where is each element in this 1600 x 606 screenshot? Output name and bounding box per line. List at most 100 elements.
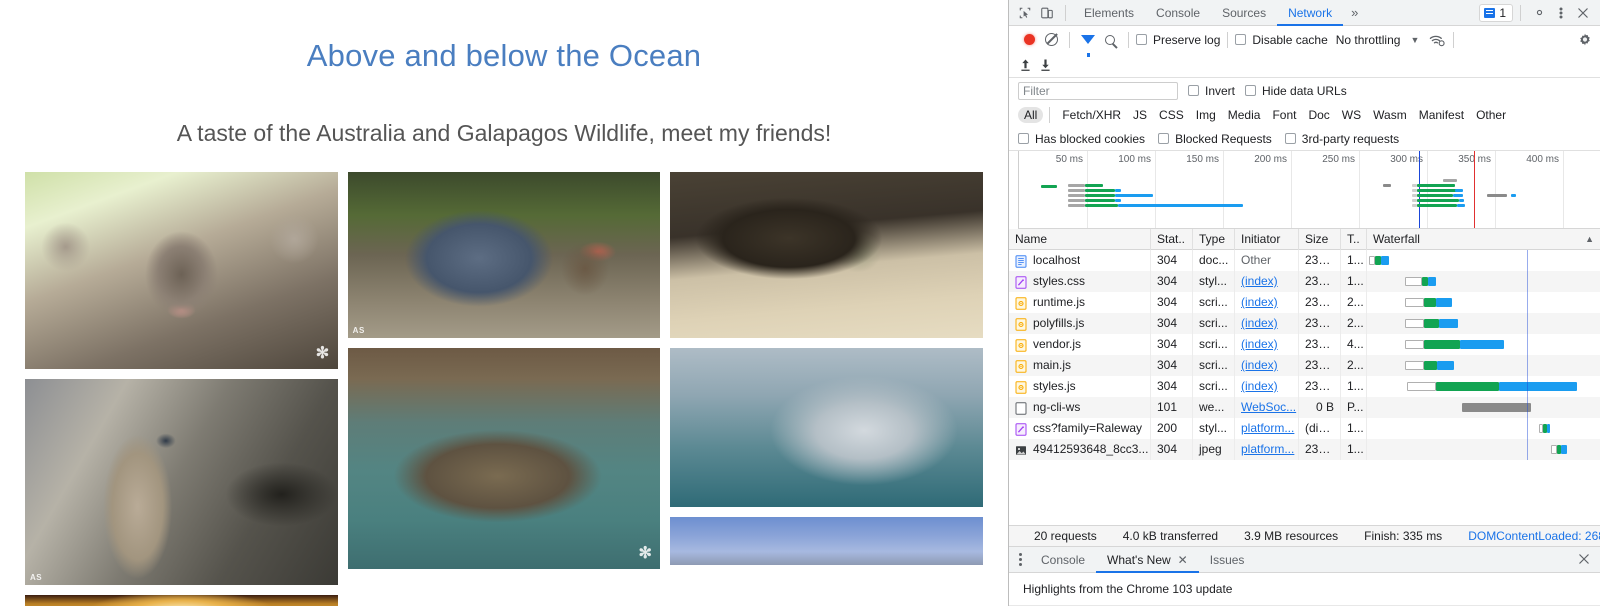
search-icon[interactable]	[1099, 30, 1121, 50]
network-conditions-icon[interactable]	[1429, 33, 1445, 46]
sort-ascending-icon[interactable]: ▲	[1579, 229, 1594, 250]
cell-waterfall	[1367, 271, 1600, 292]
column-header-name[interactable]: Name	[1009, 229, 1151, 250]
drawer-more-options-icon[interactable]	[1019, 553, 1030, 566]
more-tabs-icon[interactable]: »	[1343, 5, 1366, 20]
initiator-link[interactable]: (index)	[1241, 274, 1278, 288]
disable-cache-checkbox[interactable]: Disable cache	[1235, 33, 1327, 47]
initiator-link[interactable]: (index)	[1241, 358, 1278, 372]
request-name: localhost	[1033, 250, 1080, 271]
more-options-icon[interactable]	[1550, 3, 1572, 23]
cell-initiator[interactable]: platform...	[1235, 439, 1299, 460]
filter-type-other[interactable]: Other	[1470, 107, 1512, 123]
table-row[interactable]: vendor.js304scri...(index)236...4...	[1009, 334, 1600, 355]
gear-icon[interactable]	[1528, 3, 1550, 23]
filter-type-manifest[interactable]: Manifest	[1413, 107, 1470, 123]
initiator-link[interactable]: (index)	[1241, 295, 1278, 309]
cell-initiator[interactable]: (index)	[1235, 355, 1299, 376]
cell-waterfall	[1367, 334, 1600, 355]
table-row[interactable]: ng-cli-ws101we...WebSoc...0 BP...	[1009, 397, 1600, 418]
issues-icon	[1484, 8, 1495, 18]
hide-data-urls-checkbox[interactable]: Hide data URLs	[1245, 84, 1347, 98]
close-tab-icon[interactable]: ✕	[1178, 547, 1188, 573]
overview-tick-50ms: 50 ms	[1056, 154, 1087, 165]
blocked-requests-checkbox[interactable]: Blocked Requests	[1158, 132, 1272, 146]
toolbar-divider	[1049, 107, 1050, 123]
initiator-link[interactable]: WebSoc...	[1241, 400, 1296, 414]
inspect-element-icon[interactable]	[1014, 3, 1036, 23]
cell-initiator[interactable]: platform...	[1235, 418, 1299, 439]
table-row[interactable]: main.js304scri...(index)234...2...	[1009, 355, 1600, 376]
initiator-link[interactable]: platform...	[1241, 421, 1294, 435]
cell-initiator[interactable]: (index)	[1235, 313, 1299, 334]
tab-network[interactable]: Network	[1277, 0, 1343, 26]
drawer-tab-whats-new[interactable]: What's New ✕	[1096, 547, 1199, 573]
cell-initiator[interactable]: (index)	[1235, 334, 1299, 355]
toolbar-divider	[1065, 5, 1066, 21]
table-row[interactable]: localhost304doc...Other233...1...	[1009, 250, 1600, 271]
drawer-tab-console[interactable]: Console	[1030, 547, 1096, 573]
table-row[interactable]: 49412593648_8cc3...304jpegplatform...235…	[1009, 439, 1600, 460]
waterfall-queue-bar	[1551, 445, 1557, 454]
filter-type-media[interactable]: Media	[1222, 107, 1267, 123]
issues-badge[interactable]: 1	[1479, 4, 1513, 22]
cell-size: 235...	[1299, 313, 1341, 334]
waterfall-dcl-line	[1527, 397, 1528, 418]
export-har-icon[interactable]	[1018, 58, 1032, 73]
network-overview-timeline[interactable]: 50 ms 100 ms 150 ms 200 ms 250 ms 300 ms…	[1018, 151, 1600, 229]
cell-name: styles.css	[1009, 271, 1151, 292]
drawer-tab-issues[interactable]: Issues	[1199, 547, 1256, 573]
chevron-down-icon[interactable]: ▼	[1410, 35, 1419, 45]
network-settings-gear-icon[interactable]	[1578, 30, 1600, 50]
filter-type-font[interactable]: Font	[1266, 107, 1302, 123]
filter-type-js[interactable]: JS	[1127, 107, 1153, 123]
tab-sources[interactable]: Sources	[1211, 0, 1277, 26]
filter-input[interactable]	[1018, 82, 1178, 100]
cell-size: 234...	[1299, 355, 1341, 376]
has-blocked-cookies-checkbox[interactable]: Has blocked cookies	[1018, 132, 1145, 146]
column-header-status[interactable]: Stat..	[1151, 229, 1193, 250]
cell-initiator[interactable]: (index)	[1235, 292, 1299, 313]
column-header-size[interactable]: Size	[1299, 229, 1341, 250]
initiator-link[interactable]: platform...	[1241, 442, 1294, 456]
filter-type-ws[interactable]: WS	[1336, 107, 1367, 123]
clear-network-log-icon[interactable]	[1040, 30, 1062, 50]
cell-time: 4...	[1341, 334, 1367, 355]
throttling-select[interactable]: No throttling	[1336, 33, 1401, 47]
filter-type-css[interactable]: CSS	[1153, 107, 1190, 123]
preserve-log-checkbox[interactable]: Preserve log	[1136, 33, 1220, 47]
column-header-time[interactable]: T..	[1341, 229, 1367, 250]
tab-console[interactable]: Console	[1145, 0, 1211, 26]
close-devtools-icon[interactable]	[1572, 3, 1594, 23]
filter-type-all[interactable]: All	[1018, 107, 1043, 123]
filter-type-fetch-xhr[interactable]: Fetch/XHR	[1056, 107, 1127, 123]
cell-initiator[interactable]: (index)	[1235, 376, 1299, 397]
column-header-initiator[interactable]: Initiator	[1235, 229, 1299, 250]
cell-initiator[interactable]: (index)	[1235, 271, 1299, 292]
table-row[interactable]: runtime.js304scri...(index)234...2...	[1009, 292, 1600, 313]
cell-initiator[interactable]: WebSoc...	[1235, 397, 1299, 418]
tab-elements[interactable]: Elements	[1073, 0, 1145, 26]
cell-name: ng-cli-ws	[1009, 397, 1151, 418]
record-button[interactable]	[1018, 30, 1040, 50]
initiator-link[interactable]: (index)	[1241, 379, 1278, 393]
toggle-device-toolbar-icon[interactable]	[1036, 3, 1058, 23]
initiator-link[interactable]: (index)	[1241, 337, 1278, 351]
column-header-waterfall[interactable]: Waterfall	[1367, 229, 1600, 250]
initiator-link[interactable]: (index)	[1241, 316, 1278, 330]
third-party-requests-checkbox[interactable]: 3rd-party requests	[1285, 132, 1399, 146]
table-row[interactable]: styles.js304scri...(index)235...1...	[1009, 376, 1600, 397]
table-row[interactable]: styles.css304styl...(index)233...1...	[1009, 271, 1600, 292]
import-har-icon[interactable]	[1038, 58, 1052, 73]
close-drawer-icon[interactable]	[1578, 552, 1600, 568]
table-row[interactable]: polyfills.js304scri...(index)235...2...	[1009, 313, 1600, 334]
devtools-tabbar: Elements Console Sources Network » 1	[1009, 0, 1600, 26]
column-header-type[interactable]: Type	[1193, 229, 1235, 250]
filter-type-wasm[interactable]: Wasm	[1367, 107, 1413, 123]
filter-type-img[interactable]: Img	[1190, 107, 1222, 123]
filter-type-doc[interactable]: Doc	[1302, 107, 1335, 123]
table-row[interactable]: css?family=Raleway200styl...platform...(…	[1009, 418, 1600, 439]
filter-funnel-icon[interactable]	[1077, 30, 1099, 50]
invert-checkbox[interactable]: Invert	[1188, 84, 1235, 98]
cell-time: 2...	[1341, 355, 1367, 376]
